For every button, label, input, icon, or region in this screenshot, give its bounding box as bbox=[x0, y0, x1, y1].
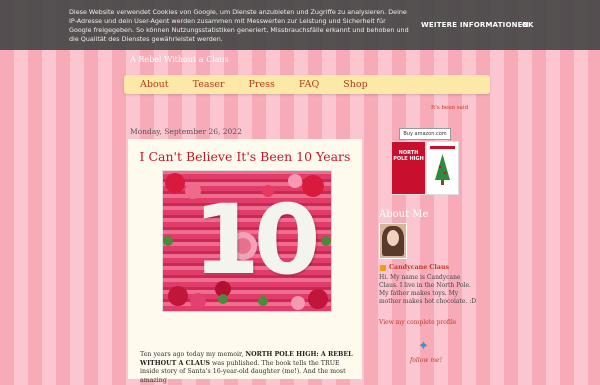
cookie-banner: Diese Website verwendet Cookies von Goog… bbox=[0, 0, 600, 50]
christmas-tree-icon bbox=[430, 146, 455, 185]
avatar[interactable] bbox=[379, 223, 407, 259]
tagline: It's been said bbox=[431, 105, 469, 111]
book-cover-tree[interactable] bbox=[426, 141, 459, 195]
post-title[interactable]: I Can't Believe It's Been 10 Years bbox=[128, 149, 362, 164]
nav-bar: About Teaser Press FAQ Shop bbox=[124, 75, 490, 94]
profile-description: Hi. My name is Candycane Claus. I live i… bbox=[379, 274, 477, 305]
post-date: Monday, September 26, 2022 bbox=[130, 127, 242, 136]
avatar-face bbox=[387, 230, 399, 246]
nav-item-shop[interactable]: Shop bbox=[343, 79, 367, 90]
nav-item-press[interactable]: Press bbox=[249, 79, 275, 90]
follow-link[interactable]: follow me! bbox=[410, 357, 442, 364]
nav-item-teaser[interactable]: Teaser bbox=[193, 79, 225, 90]
nav-item-faq[interactable]: FAQ bbox=[299, 79, 319, 90]
blog-subtitle: A Rebel Without a Claus bbox=[130, 55, 229, 64]
image-number: 10 bbox=[193, 184, 321, 296]
post-body-start: Ten years ago today my memoir, bbox=[140, 351, 246, 358]
amazon-badge[interactable]: Buy amazon.com bbox=[399, 128, 451, 140]
bird-icon[interactable]: ✦ bbox=[418, 339, 429, 354]
ok-button[interactable]: OK bbox=[522, 21, 533, 30]
book-cover[interactable]: NORTH POLE HIGH bbox=[391, 141, 426, 195]
profile-name[interactable]: Candycane Claus bbox=[389, 264, 449, 271]
profile-icon bbox=[380, 265, 386, 271]
post-image[interactable]: 10 bbox=[162, 170, 332, 312]
book-cover-title: NORTH POLE HIGH bbox=[393, 150, 424, 162]
about-heading: About Me bbox=[379, 209, 429, 220]
post: I Can't Believe It's Been 10 Years 10 Te… bbox=[128, 139, 362, 384]
nav-item-about[interactable]: About bbox=[140, 79, 169, 90]
more-info-link[interactable]: WEITERE INFORMATIONEN bbox=[421, 21, 529, 30]
profile-link[interactable]: View my complete profile bbox=[379, 319, 456, 326]
cookie-message: Diese Website verwendet Cookies von Goog… bbox=[69, 8, 409, 43]
post-body: Ten years ago today my memoir, NORTH POL… bbox=[140, 351, 354, 385]
